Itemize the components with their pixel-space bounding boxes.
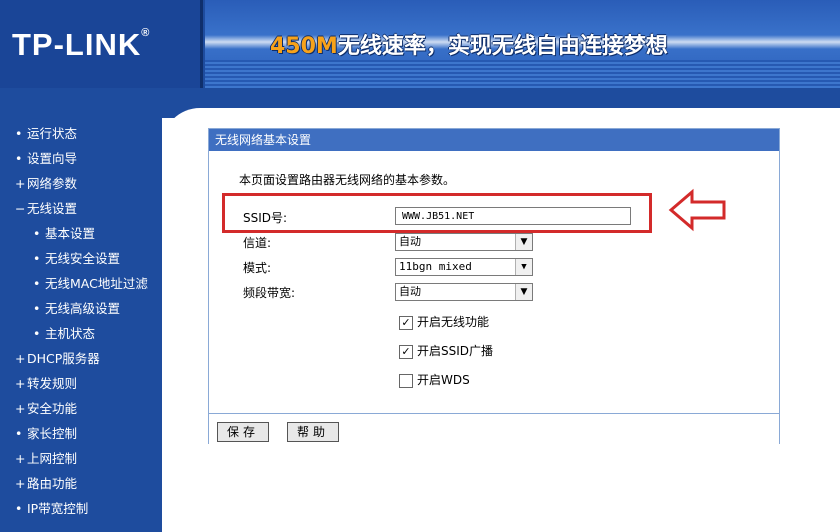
chevron-down-icon[interactable]: ▼ (515, 234, 532, 250)
sidebar-item-forwarding[interactable]: + 转发规则 (15, 375, 77, 393)
mode-label: 模式: (243, 261, 272, 275)
sidebar-item-security[interactable]: + 安全功能 (15, 400, 77, 418)
banner: 450M无线速率，实现无线自由连接梦想 (205, 0, 840, 88)
enable-wds-label: 开启WDS (417, 373, 470, 387)
logo-registered-mark: ® (141, 27, 151, 39)
save-button[interactable]: 保存 (217, 422, 269, 442)
header: TP-LINK® 450M无线速率，实现无线自由连接梦想 (0, 0, 840, 88)
mode-value: 11bgn mixed (399, 260, 472, 273)
sidebar-item-dhcp[interactable]: + DHCP服务器 (15, 350, 100, 368)
sidebar-item-network[interactable]: + 网络参数 (15, 175, 77, 193)
enable-wireless-checkbox[interactable]: ✓ 开启无线功能 (399, 313, 489, 330)
ssid-highlight-box (222, 193, 652, 233)
sidebar-item-wireless[interactable]: − 无线设置 (15, 200, 77, 218)
mode-select[interactable]: 11bgn mixed ▼ (395, 258, 533, 276)
panel-footer: 保存 帮助 (209, 413, 779, 444)
enable-wds-checkbox[interactable]: 开启WDS (399, 371, 470, 388)
channel-value: 自动 (399, 235, 421, 248)
sidebar-item-routing[interactable]: + 路由功能 (15, 475, 77, 493)
panel-title: 无线网络基本设置 (209, 129, 779, 151)
chevron-down-icon[interactable]: ▼ (515, 284, 532, 300)
checkbox-checked-icon[interactable]: ✓ (399, 344, 413, 359)
wireless-basic-panel: 无线网络基本设置 本页面设置路由器无线网络的基本参数。 SSID号: WWW.J… (208, 128, 780, 444)
bandwidth-value: 自动 (399, 285, 421, 298)
bandwidth-label: 频段带宽: (243, 286, 296, 300)
logo-box: TP-LINK® (0, 0, 203, 88)
sidebar-item-status[interactable]: • 运行状态 (15, 125, 77, 143)
sidebar-item-wireless-security[interactable]: • 无线安全设置 (33, 250, 120, 268)
channel-select[interactable]: 自动 ▼ (395, 233, 533, 251)
enable-wireless-label: 开启无线功能 (417, 315, 490, 329)
sidebar-item-bandwidth[interactable]: • IP带宽控制 (15, 500, 88, 518)
enable-ssid-broadcast-checkbox[interactable]: ✓ 开启SSID广播 (399, 342, 493, 359)
banner-stripes (205, 60, 840, 88)
sidebar-item-access-control[interactable]: + 上网控制 (15, 450, 77, 468)
slogan-speed: 450M (270, 34, 338, 59)
panel-description: 本页面设置路由器无线网络的基本参数。 (239, 173, 456, 187)
banner-slogan: 450M无线速率，实现无线自由连接梦想 (270, 28, 668, 60)
sidebar-item-host-status[interactable]: • 主机状态 (33, 325, 95, 343)
sidebar-item-parental[interactable]: • 家长控制 (15, 425, 77, 443)
bandwidth-select[interactable]: 自动 ▼ (395, 283, 533, 301)
help-button[interactable]: 帮助 (287, 422, 339, 442)
checkbox-checked-icon[interactable]: ✓ (399, 315, 413, 330)
enable-ssid-broadcast-label: 开启SSID广播 (417, 344, 494, 358)
sidebar-item-mac-filter[interactable]: • 无线MAC地址过滤 (33, 275, 148, 293)
sidebar-item-wireless-advanced[interactable]: • 无线高级设置 (33, 300, 120, 318)
chevron-down-icon[interactable]: ▼ (515, 259, 532, 275)
left-arrow-icon (668, 188, 726, 232)
channel-label: 信道: (243, 236, 272, 250)
logo-text: TP-LINK (12, 27, 142, 62)
sidebar-item-wizard[interactable]: • 设置向导 (15, 150, 77, 168)
checkbox-unchecked-icon[interactable] (399, 373, 413, 388)
sidebar-item-wireless-basic[interactable]: • 基本设置 (33, 225, 95, 243)
slogan-text: 无线速率，实现无线自由连接梦想 (337, 34, 668, 59)
tp-link-logo: TP-LINK® (12, 27, 150, 63)
